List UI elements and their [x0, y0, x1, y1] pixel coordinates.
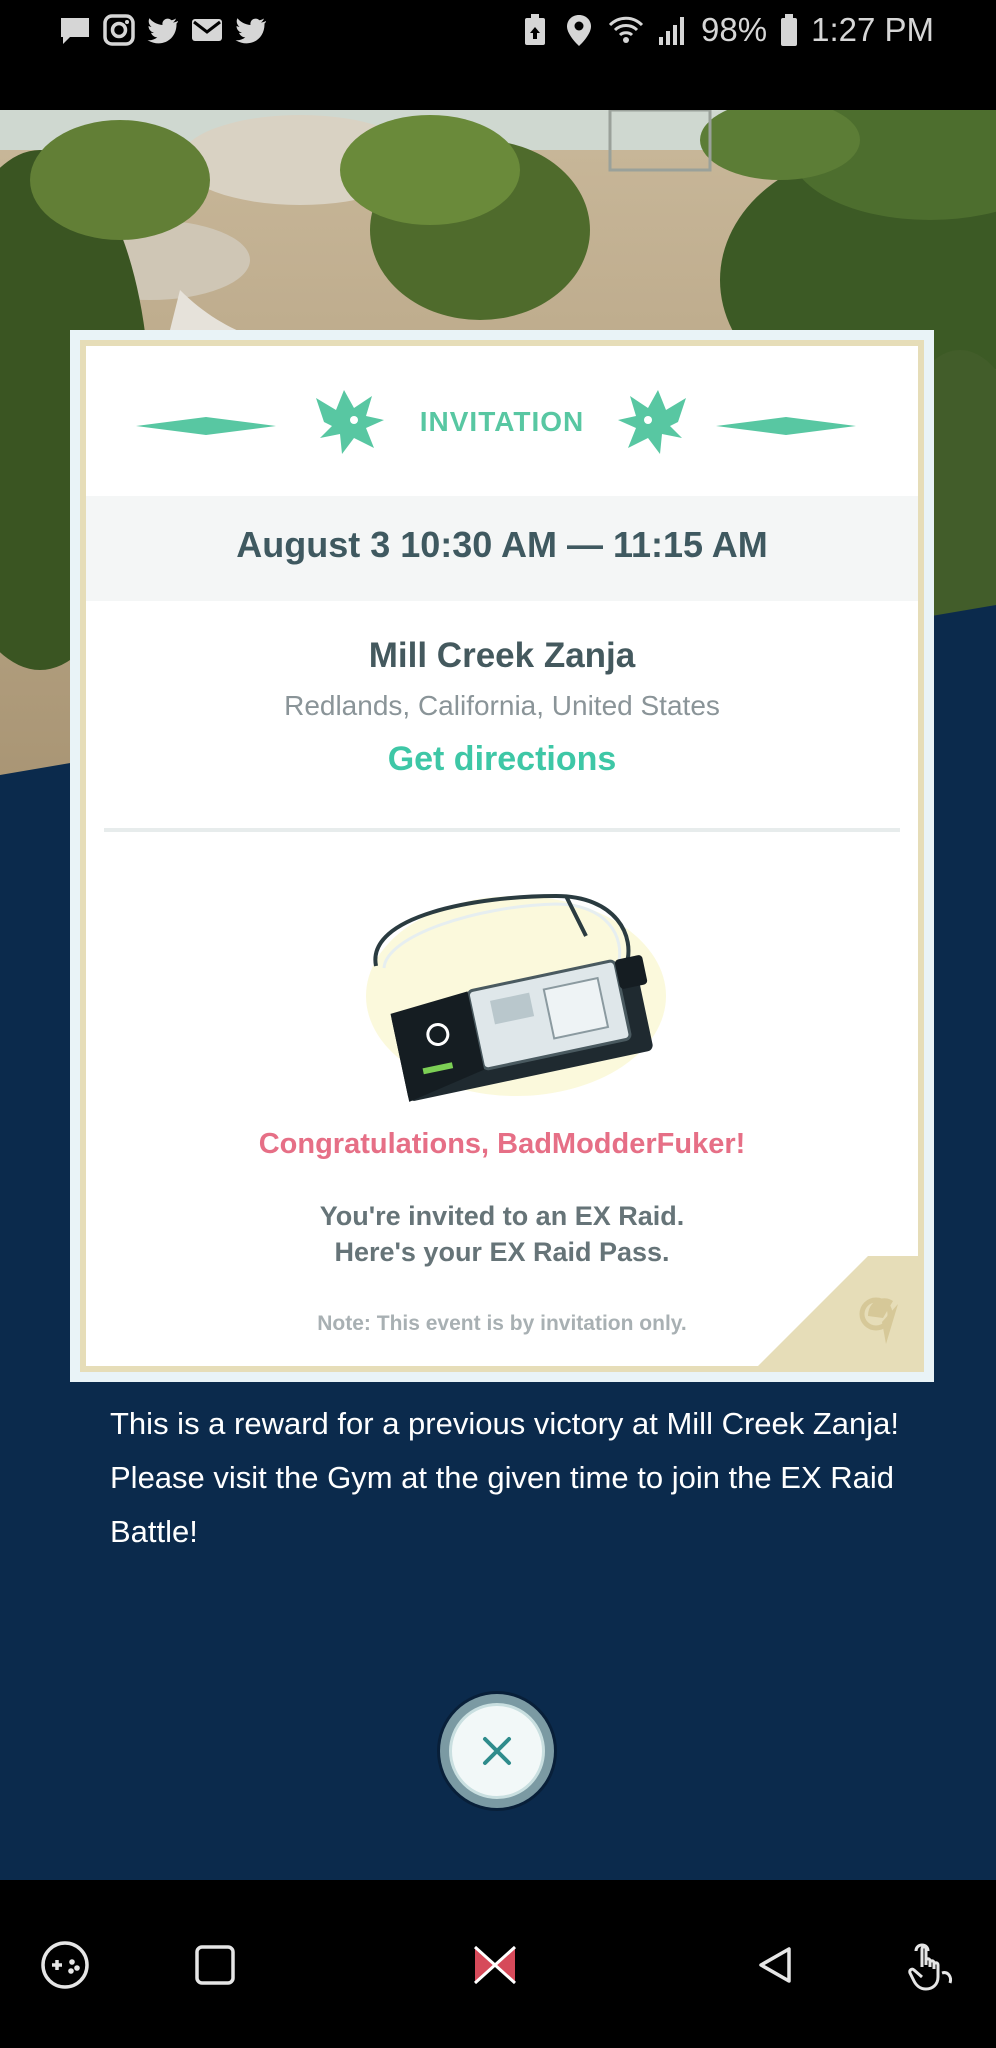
touch-gesture-icon	[908, 1943, 952, 1991]
home-icon	[473, 1945, 517, 1985]
wifi-icon	[607, 13, 645, 47]
ex-raid-pass-icon	[366, 893, 666, 1102]
invite-line-1: You're invited to an EX Raid.	[319, 1201, 685, 1231]
gym-location: Redlands, California, United States	[284, 690, 720, 721]
recent-apps-button[interactable]	[180, 1930, 250, 2000]
back-icon	[759, 1947, 791, 1983]
navigation-bar	[0, 1880, 996, 2048]
invitation-card: INVITATION August 3 10:30 AM — 11:15 AM …	[70, 330, 934, 1382]
battery-icon	[779, 13, 799, 47]
notification-icons	[58, 12, 268, 48]
congratulations-message: Congratulations, BadModderFuker!	[258, 1128, 746, 1160]
battery-saver-icon	[519, 13, 551, 47]
touch-gesture-button[interactable]	[895, 1930, 965, 2000]
invitation-card-frame: INVITATION August 3 10:30 AM — 11:15 AM …	[80, 340, 924, 1372]
reward-message: This is a reward for a previous victory …	[110, 1397, 910, 1559]
right-ornament-icon	[716, 417, 856, 435]
back-button[interactable]	[740, 1930, 810, 2000]
game-launcher-button[interactable]	[30, 1930, 100, 2000]
gym-name: Mill Creek Zanja	[368, 636, 636, 675]
close-icon	[483, 1737, 511, 1765]
reward-line-1: This is a reward for a previous victory …	[110, 1406, 900, 1441]
corner-gym-emblem-icon	[758, 1256, 918, 1366]
game-launcher-icon	[41, 1941, 89, 1989]
twitter-icon	[234, 13, 268, 47]
raid-date-time: August 3 10:30 AM — 11:15 AM	[236, 524, 768, 565]
status-bar: 98% 1:27 PM	[0, 0, 996, 110]
screen: 98% 1:27 PM INVITATION August 3 10:30 AM…	[0, 0, 996, 2048]
location-icon	[563, 13, 595, 47]
recent-apps-icon	[195, 1945, 235, 1985]
home-button[interactable]	[460, 1930, 530, 2000]
close-button-face	[449, 1703, 545, 1799]
close-button[interactable]	[440, 1694, 554, 1808]
reward-line-2: Please visit the Gym at the given time t…	[110, 1460, 894, 1549]
invitation-header: INVITATION	[86, 386, 918, 466]
right-raid-boss-emblem-icon	[618, 390, 686, 454]
chat-icon	[58, 13, 92, 47]
signal-icon	[657, 13, 689, 47]
mail-icon	[190, 13, 224, 47]
get-directions-link[interactable]: Get directions	[86, 740, 918, 779]
instagram-icon	[102, 13, 136, 47]
system-status: 98% 1:27 PM	[519, 8, 934, 52]
card-divider	[104, 828, 900, 832]
twitter-icon	[146, 13, 180, 47]
battery-percent: 98%	[701, 11, 768, 48]
clock: 1:27 PM	[811, 11, 934, 48]
